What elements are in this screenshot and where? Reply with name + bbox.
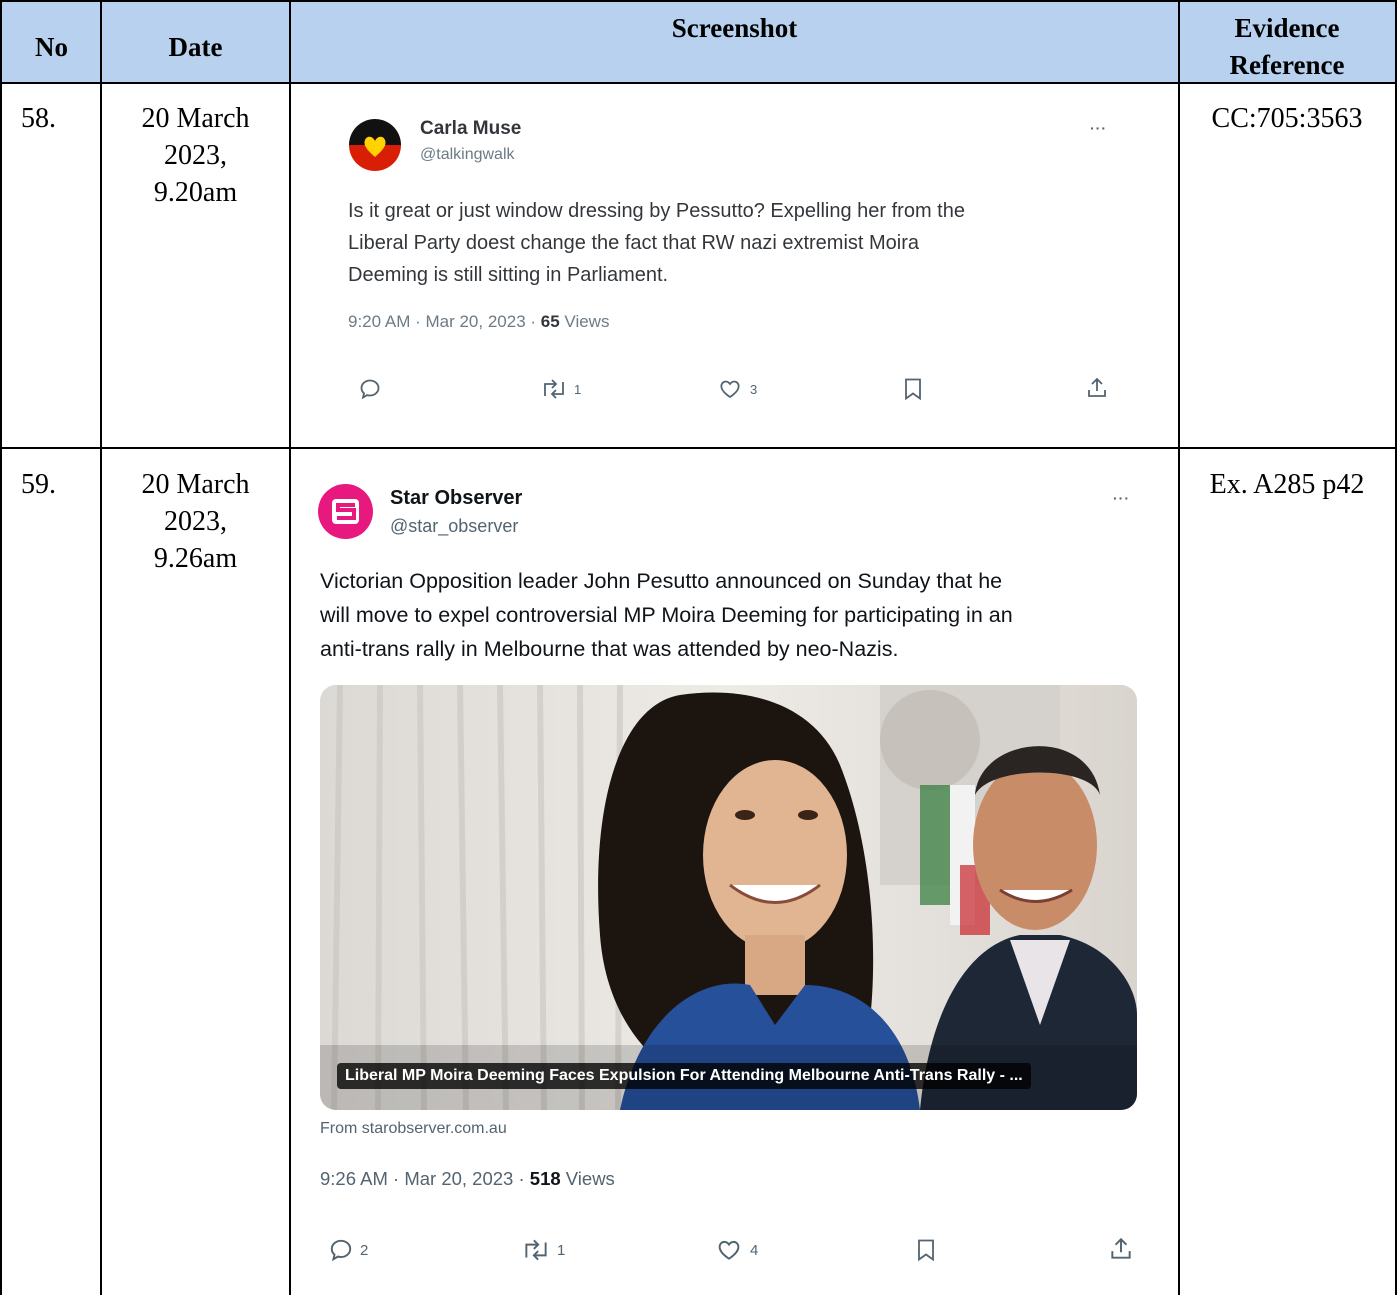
- table-col-divider-3: [1178, 0, 1180, 1295]
- share-icon: [1088, 377, 1106, 397]
- evidence-table: No Date Screenshot Evidence Reference 58…: [0, 0, 1397, 1295]
- tweet-59-link-card[interactable]: Liberal MP Moira Deeming Faces Expulsion…: [320, 685, 1137, 1110]
- header-no: No: [35, 32, 68, 62]
- tweet-58-more-button[interactable]: ···: [1090, 120, 1107, 136]
- tweet-59-more-button[interactable]: ···: [1113, 490, 1130, 506]
- row-59-date: 20 March 2023, 9.26am: [101, 466, 290, 577]
- reply-icon: [360, 379, 380, 400]
- tweet-58-timestamp[interactable]: 9:20 AM · Mar 20, 2023 ·: [348, 312, 541, 331]
- row-59-date-line2: 2023,: [164, 506, 227, 537]
- row-58-no: 58.: [21, 103, 56, 134]
- tweet-59-bookmark-button[interactable]: [915, 1237, 937, 1263]
- tweet-59-text: Victorian Opposition leader John Pesutto…: [320, 564, 1013, 666]
- row-59-no: 59.: [21, 469, 56, 500]
- tweet-59-share-button[interactable]: [1108, 1236, 1134, 1262]
- repost-icon: [525, 1239, 547, 1261]
- tweet-59-avatar[interactable]: [318, 484, 373, 539]
- tweet-58-text-line2: Liberal Party doest change the fact that…: [348, 232, 920, 254]
- tweet-59-text-line2: will move to expel controversial MP Moir…: [320, 603, 1013, 627]
- row-59-date-line1: 20 March: [141, 469, 250, 500]
- reply-icon: [330, 1239, 352, 1262]
- tweet-59-like-button[interactable]: 4: [716, 1237, 758, 1263]
- repost-icon: [544, 379, 564, 399]
- tweet-58-text: Is it great or just window dressing by P…: [348, 195, 965, 291]
- share-icon: [1111, 1237, 1131, 1259]
- heart-icon: [720, 380, 740, 399]
- tweet-58-text-line1: Is it great or just window dressing by P…: [348, 200, 965, 222]
- header-date: Date: [168, 32, 223, 62]
- table-border-left: [0, 0, 2, 1295]
- header-screenshot: Screenshot: [671, 13, 798, 43]
- article-photo: [320, 685, 1137, 1110]
- tweet-58-views-count: 65: [540, 312, 560, 331]
- row-58-date: 20 March 2023, 9.20am: [101, 100, 290, 211]
- tweet-58-text-line3: Deeming is still sitting in Parliament.: [348, 264, 669, 286]
- tweet-59-repost-count: 1: [557, 1241, 566, 1259]
- tweet-59-card-caption: Liberal MP Moira Deeming Faces Expulsion…: [337, 1063, 1031, 1089]
- tweet-59-views-count: 518: [529, 1168, 561, 1189]
- tweet-59-reply-button[interactable]: 2: [328, 1237, 368, 1263]
- table-col-divider-2: [289, 0, 291, 1295]
- bookmark-icon: [905, 378, 921, 401]
- tweet-59-like-count: 4: [750, 1241, 759, 1259]
- tweet-59-author-name[interactable]: Star Observer: [390, 487, 522, 510]
- row-59-evidence: Ex. A285 p42: [1209, 469, 1365, 500]
- bookmark-icon: [918, 1239, 934, 1262]
- tweet-58-repost-button[interactable]: 1: [540, 377, 581, 401]
- tweet-59-views-label: Views: [560, 1168, 615, 1189]
- table-header-divider: [0, 82, 1397, 84]
- heart-icon: [718, 1240, 740, 1260]
- row-59-date-line3: 9.26am: [153, 543, 238, 574]
- tweet-58-meta: 9:20 AM · Mar 20, 2023 · 65 Views: [348, 312, 609, 332]
- header-evidence-line2: Reference: [1229, 50, 1345, 80]
- tweet-58-author-name[interactable]: Carla Muse: [420, 118, 521, 140]
- tweet-58-reply-button[interactable]: [358, 377, 382, 401]
- star-observer-logo-icon: [332, 499, 359, 524]
- tweet-59-repost-button[interactable]: 1: [521, 1237, 565, 1263]
- tweet-59-meta: 9:26 AM · Mar 20, 2023 · 518 Views: [320, 1168, 615, 1190]
- tweet-58-avatar[interactable]: [349, 119, 401, 171]
- aboriginal-flag-heart-icon: [349, 119, 401, 171]
- tweet-59-author-handle[interactable]: @star_observer: [390, 516, 518, 537]
- tweet-59-reply-count: 2: [360, 1241, 369, 1259]
- tweet-58-share-button[interactable]: [1085, 376, 1109, 400]
- tweet-58-views-label: Views: [559, 312, 610, 331]
- table-border-top: [0, 0, 1397, 2]
- row-58-date-line1: 20 March: [141, 103, 250, 134]
- table-col-divider-1: [100, 0, 102, 1295]
- tweet-59-text-line1: Victorian Opposition leader John Pesutto…: [320, 569, 1003, 593]
- table-row-divider: [0, 447, 1397, 449]
- header-evidence: Evidence Reference: [1179, 10, 1395, 84]
- tweet-58-repost-count: 1: [574, 381, 582, 397]
- row-58-date-line2: 2023,: [164, 140, 227, 171]
- header-evidence-line1: Evidence: [1234, 13, 1340, 43]
- tweet-59-card-source[interactable]: From starobserver.com.au: [320, 1120, 507, 1138]
- tweet-58-bookmark-button[interactable]: [902, 377, 924, 401]
- tweet-59-timestamp[interactable]: 9:26 AM · Mar 20, 2023 ·: [320, 1168, 530, 1189]
- tweet-59-text-line3: anti-trans rally in Melbourne that was a…: [320, 637, 899, 661]
- tweet-58-like-count: 3: [750, 381, 758, 397]
- tweet-58-author-handle[interactable]: @talkingwalk: [420, 146, 515, 164]
- row-58-date-line3: 9.20am: [153, 177, 238, 208]
- row-58-evidence: CC:705:3563: [1211, 103, 1363, 134]
- tweet-58-like-button[interactable]: 3: [718, 377, 757, 401]
